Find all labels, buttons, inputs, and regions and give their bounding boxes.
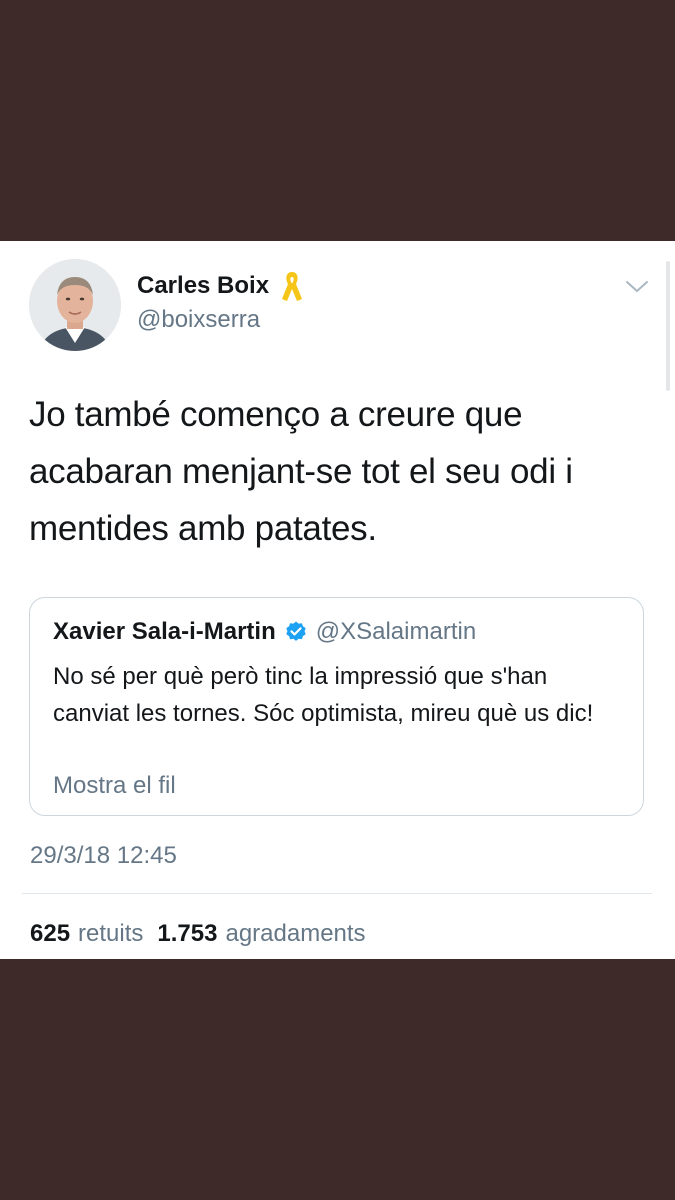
tweet-card: Carles Boix @boixserra Jo també començo …: [0, 241, 675, 959]
avatar[interactable]: [29, 259, 121, 351]
quoted-author-name: Xavier Sala-i-Martin: [53, 618, 276, 645]
likes-count[interactable]: 1.753: [157, 920, 217, 948]
quoted-tweet-text: No sé per què però tinc la impressió que…: [53, 663, 594, 727]
quoted-tweet-header: Xavier Sala-i-Martin @XSalaimartin: [53, 618, 476, 646]
tweet-stats: 625 retuits 1.753 agradaments: [30, 920, 366, 948]
retweets-label[interactable]: retuits: [78, 920, 143, 948]
author-name-row: Carles Boix: [137, 269, 305, 303]
divider: [22, 893, 652, 894]
author-display-name[interactable]: Carles Boix: [137, 272, 269, 300]
tweet-text: Jo també començo a creure que acabaran m…: [29, 395, 573, 548]
scrollbar[interactable]: [666, 261, 670, 391]
show-thread-link[interactable]: Mostra el fil: [53, 772, 176, 800]
verified-badge-icon: [284, 620, 308, 644]
yellow-ribbon-icon: [279, 269, 305, 303]
author-handle[interactable]: @boixserra: [137, 306, 260, 334]
retweets-count[interactable]: 625: [30, 920, 70, 948]
quoted-author-handle: @XSalaimartin: [315, 618, 477, 645]
chevron-down-icon[interactable]: [624, 277, 650, 295]
quoted-tweet[interactable]: Xavier Sala-i-Martin @XSalaimartin No sé…: [29, 597, 644, 816]
tweet-timestamp[interactable]: 29/3/18 12:45: [30, 842, 177, 870]
likes-label[interactable]: agradaments: [225, 920, 365, 948]
